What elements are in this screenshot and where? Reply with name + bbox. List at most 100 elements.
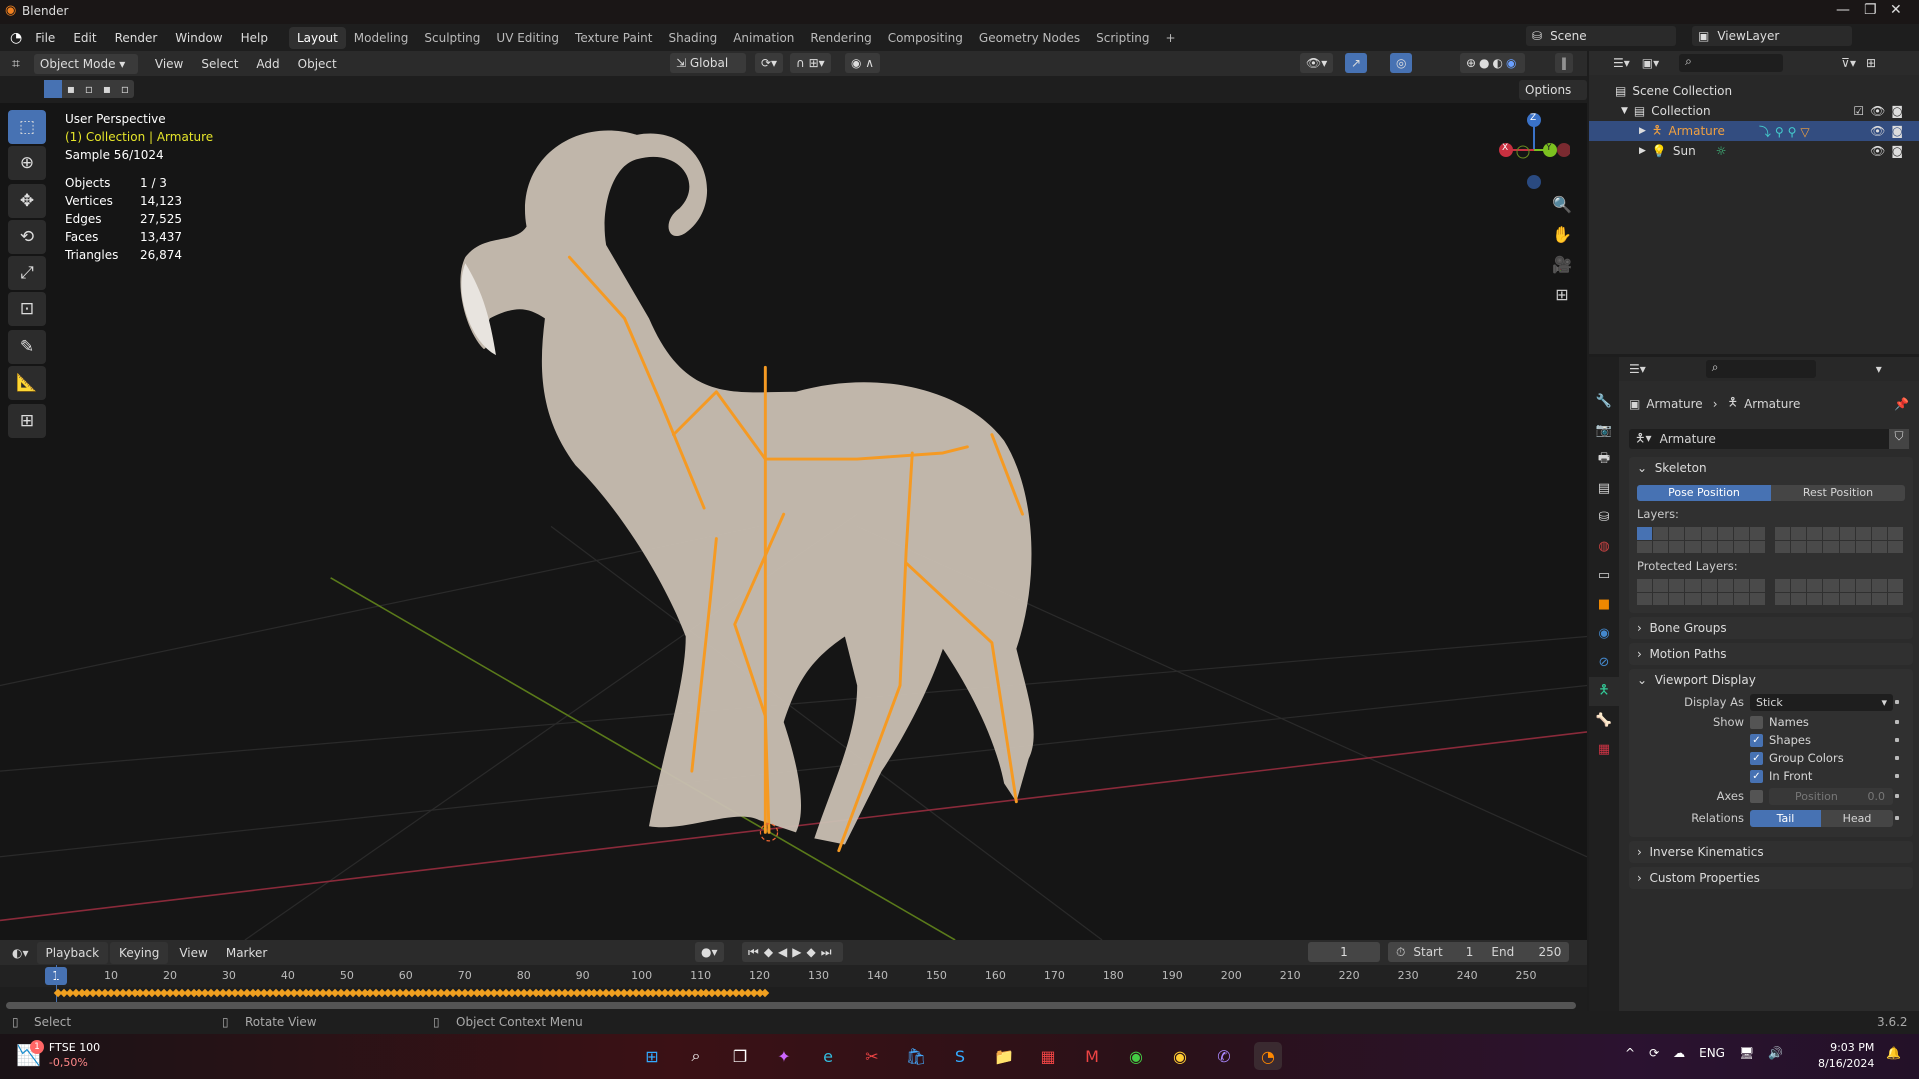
layer-cell[interactable]	[1749, 579, 1765, 592]
tab-sculpting[interactable]: Sculpting	[416, 27, 488, 49]
select-extend-icon[interactable]: ▪	[62, 82, 80, 96]
chrome-icon[interactable]: ◉	[1122, 1042, 1150, 1070]
stopwatch-icon[interactable]: ⏱	[1396, 945, 1405, 960]
inverse-kinematics-panel[interactable]: › Inverse Kinematics	[1629, 841, 1913, 863]
layer-cell[interactable]	[1701, 579, 1717, 592]
add-workspace-button[interactable]: +	[1158, 27, 1184, 49]
tab-rendering[interactable]: Rendering	[802, 27, 879, 49]
display-as-dropdown[interactable]: Stick ▾	[1750, 693, 1893, 711]
tab-texture-paint[interactable]: Texture Paint	[567, 27, 660, 49]
layer-cell[interactable]	[1653, 579, 1669, 592]
blender-taskbar-icon[interactable]: ◔	[1254, 1042, 1282, 1070]
viewport-menu-view[interactable]: View	[146, 53, 192, 75]
layer-cell[interactable]	[1733, 579, 1749, 592]
shading-buttons[interactable]: ⊕●◐◉	[1460, 53, 1526, 73]
auto-keying-icon[interactable]: ●▾	[695, 942, 724, 962]
navigation-gizmo[interactable]: Z X Y	[1490, 110, 1571, 190]
options-dropdown[interactable]: Options ▾	[1519, 80, 1587, 117]
layer-cell[interactable]	[1653, 527, 1669, 540]
layer-cell[interactable]	[1775, 579, 1791, 592]
tab-scripting[interactable]: Scripting	[1088, 27, 1157, 49]
collection-row[interactable]: ▼ ▤ Collection ☑👁◙	[1589, 101, 1919, 121]
layer-cell[interactable]	[1871, 540, 1887, 553]
next-keyframe-icon[interactable]: ◆	[807, 942, 821, 962]
play-icon[interactable]: ▶	[792, 942, 806, 962]
play-reverse-icon[interactable]: ◀	[778, 942, 792, 962]
layer-cell[interactable]	[1855, 527, 1871, 540]
tab-modeling[interactable]: Modeling	[346, 27, 417, 49]
layer-cell[interactable]	[1669, 540, 1685, 553]
move-tool-icon[interactable]: ✥	[8, 184, 46, 218]
perspective-grid-icon[interactable]: ⊞	[1550, 285, 1574, 311]
layer-cell[interactable]	[1637, 527, 1653, 540]
layer-cell[interactable]	[1669, 592, 1685, 605]
keyframe-dot[interactable]	[1895, 738, 1899, 742]
transform-orientation-selector[interactable]: ⇲ Global	[670, 53, 746, 73]
skeleton-panel-header[interactable]: ⌄ Skeleton	[1629, 457, 1913, 479]
gizmo-toggle-icon[interactable]: ↗	[1345, 53, 1368, 73]
rest-position-button[interactable]: Rest Position	[1771, 485, 1905, 501]
layer-cell[interactable]	[1749, 527, 1765, 540]
layer-cell[interactable]	[1775, 527, 1791, 540]
pin-icon[interactable]: 📌	[1894, 397, 1909, 411]
armature-browse-icon[interactable]: 🯅▾	[1635, 429, 1652, 450]
layer-cell[interactable]	[1701, 527, 1717, 540]
current-frame-field[interactable]: 1	[1308, 942, 1380, 962]
relations-tail-button[interactable]: Tail	[1750, 809, 1821, 827]
layer-cell[interactable]	[1823, 592, 1839, 605]
layer-cell[interactable]	[1775, 592, 1791, 605]
show-in-front-checkbox[interactable]: ✓	[1750, 769, 1763, 783]
expand-arrow-icon[interactable]: ▶	[1639, 146, 1646, 156]
task-view-icon[interactable]: ❐	[726, 1042, 754, 1070]
menu-edit[interactable]: Edit	[64, 27, 105, 49]
axes-position-field[interactable]: Position 0.0	[1769, 787, 1893, 805]
layer-cell[interactable]	[1791, 592, 1807, 605]
timeline-menu-keying[interactable]: Keying	[110, 941, 169, 964]
jump-end-icon[interactable]: ⏭	[821, 942, 837, 962]
tab-geometry-nodes[interactable]: Geometry Nodes	[971, 27, 1088, 49]
layer-cell[interactable]	[1807, 540, 1823, 553]
options-chevron-icon[interactable]: ▾	[1876, 362, 1882, 376]
pan-hand-icon[interactable]: ✋	[1550, 225, 1574, 251]
outliner-item-sun[interactable]: ▶ 💡 Sun ☼ 👁◙	[1589, 141, 1919, 161]
mode-selector[interactable]: Object Mode ▾	[33, 53, 138, 74]
relations-head-button[interactable]: Head	[1821, 809, 1893, 827]
layer-cell[interactable]	[1855, 579, 1871, 592]
layer-cell[interactable]	[1701, 540, 1717, 553]
keyframe-dot[interactable]	[1895, 756, 1899, 760]
end-frame-field[interactable]: End 250	[1491, 945, 1561, 959]
layer-cell[interactable]	[1887, 579, 1903, 592]
blender-menu-icon[interactable]: ◔	[10, 30, 22, 46]
pivot-icon[interactable]: ⟳▾	[755, 53, 784, 73]
pose-position-button[interactable]: Pose Position	[1637, 485, 1771, 501]
tab-animation[interactable]: Animation	[725, 27, 802, 49]
outliner-item-armature[interactable]: ▶ 🯅 Armature ⤵⚲⚲▽ 👁◙	[1589, 121, 1919, 141]
app-icon[interactable]: ▦	[1034, 1042, 1062, 1070]
minimize-button[interactable]: —	[1836, 2, 1850, 18]
armature-toggles[interactable]: 👁◙	[1870, 124, 1909, 138]
layer-cell[interactable]	[1775, 540, 1791, 553]
scene-selector[interactable]: ⛁ Scene	[1526, 26, 1676, 46]
sync-icon[interactable]: ⟳	[1649, 1046, 1659, 1060]
add-cube-tool-icon[interactable]: ⊞	[8, 404, 46, 438]
layer-cell[interactable]	[1685, 592, 1701, 605]
edge-icon[interactable]: e	[814, 1042, 842, 1070]
layer-cell[interactable]	[1887, 540, 1903, 553]
proportional-edit-icon[interactable]: ◉ ∧	[845, 53, 881, 73]
layer-cell[interactable]	[1637, 579, 1653, 592]
onedrive-icon[interactable]: ☁	[1673, 1046, 1685, 1060]
show-names-checkbox[interactable]	[1750, 715, 1763, 729]
timeline-tracks[interactable]	[0, 965, 1587, 1011]
rotate-tool-icon[interactable]: ⟲	[8, 220, 46, 254]
jump-start-icon[interactable]: ⏮	[748, 942, 764, 962]
transform-tool-icon[interactable]: ⊡	[8, 292, 46, 326]
view-layer-selector[interactable]: ▣ ViewLayer	[1692, 26, 1852, 46]
tab-shading[interactable]: Shading	[660, 27, 725, 49]
visibility-icon[interactable]: 👁▾	[1300, 53, 1334, 73]
layer-cell[interactable]	[1653, 540, 1669, 553]
tab-compositing[interactable]: Compositing	[880, 27, 971, 49]
scale-tool-icon[interactable]: ⤢	[8, 256, 46, 290]
language-indicator[interactable]: ENG	[1699, 1046, 1725, 1060]
filter-icon[interactable]: ⊽▾	[1841, 56, 1856, 70]
tool-tab-icon[interactable]: 🔧	[1589, 387, 1619, 416]
